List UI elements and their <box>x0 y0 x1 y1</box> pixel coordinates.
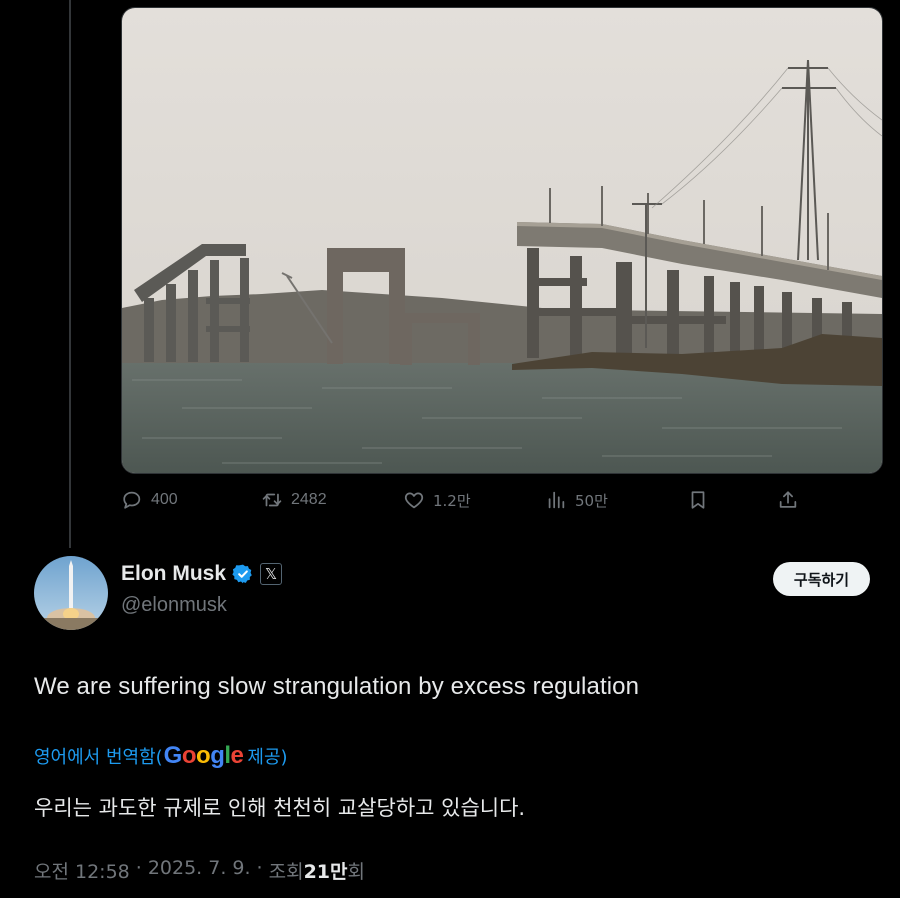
views-unit: 회 <box>347 861 365 883</box>
author-name[interactable]: Elon Musk <box>121 562 226 586</box>
author-handle[interactable]: @elonmusk <box>121 594 227 617</box>
views-count: 21만 <box>303 861 348 883</box>
avatar[interactable] <box>34 556 108 630</box>
reply-button[interactable]: 400 <box>121 484 178 516</box>
translated-text: 우리는 과도한 규제로 인해 천천히 교살당하고 있습니다. <box>34 796 526 820</box>
tweet-time[interactable]: 오전 12:58 <box>34 857 130 884</box>
separator-dot: · <box>135 857 142 879</box>
tweet-action-bar: 400 2482 1.2만 50만 <box>121 484 811 516</box>
subscribe-button[interactable]: 구독하기 <box>773 562 870 596</box>
tweet-media-photo[interactable] <box>121 7 883 474</box>
thread-connector-line <box>69 0 71 548</box>
tweet-date[interactable]: 2025. 7. 9. <box>148 857 251 884</box>
reply-icon <box>123 491 141 509</box>
translate-suffix: 제공) <box>247 747 288 768</box>
translation-attribution-link[interactable]: 영어에서 번역함( Google 제공) <box>34 742 288 770</box>
google-logo: Google <box>163 742 244 769</box>
separator-dot: · <box>256 857 263 879</box>
share-button[interactable] <box>777 484 799 516</box>
retweet-icon <box>262 493 282 507</box>
author-name-row: Elon Musk 𝕏 <box>121 562 283 586</box>
tweet-metadata: 오전 12:58 · 2025. 7. 9. · 조회 21만 회 <box>34 857 365 884</box>
bridge-photo <box>122 8 882 473</box>
translate-prefix: 영어에서 번역함( <box>34 747 163 768</box>
views-label: 조회 <box>268 861 304 883</box>
bookmark-button[interactable] <box>687 484 709 516</box>
reply-count: 400 <box>151 491 178 508</box>
bookmark-icon <box>691 491 705 509</box>
verified-badge-icon[interactable] <box>232 563 254 585</box>
heart-icon <box>404 492 424 509</box>
like-button[interactable]: 1.2만 <box>403 484 471 516</box>
bar-chart-icon <box>548 491 565 509</box>
x-affiliate-badge-icon[interactable]: 𝕏 <box>260 563 283 585</box>
rocket-launch-avatar-image <box>34 556 108 630</box>
retweet-count: 2482 <box>291 491 327 508</box>
like-count: 1.2만 <box>433 491 471 510</box>
retweet-button[interactable]: 2482 <box>261 484 327 516</box>
views-button[interactable]: 50만 <box>545 484 608 516</box>
tweet-text: We are suffering slow strangulation by e… <box>34 673 640 700</box>
view-count: 50만 <box>575 491 608 510</box>
share-icon <box>779 491 797 508</box>
